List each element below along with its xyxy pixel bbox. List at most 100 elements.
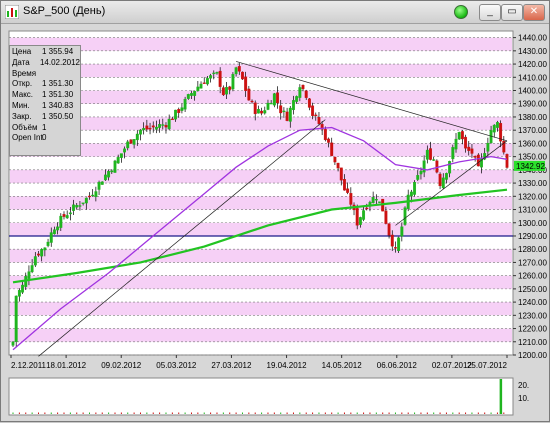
y-tick-label: 1260.00 [518, 272, 547, 281]
info-label: Дата [12, 57, 30, 67]
candle-body [371, 197, 375, 204]
candle-body [432, 159, 436, 161]
x-tick-label: 25.07.2012 [467, 361, 508, 370]
candle-body [72, 204, 76, 211]
info-row: Откр. 1 351.30 [12, 79, 80, 90]
y-tick-label: 1210.00 [518, 338, 547, 347]
candle-body [33, 256, 37, 266]
candle-body [202, 82, 206, 84]
candle-body [158, 124, 162, 128]
candle-body [260, 110, 264, 114]
candle-body [14, 295, 18, 342]
price-chart[interactable]: 1200.00 1210.00 1220.00 1230.00 1240.00 1250.… [5, 25, 547, 418]
candle-body [387, 223, 391, 236]
candle-body [59, 215, 63, 228]
candle-body [190, 93, 193, 96]
volume-axis-label: 10. [518, 394, 529, 403]
info-label: Закр. [12, 111, 32, 121]
candle-body [266, 102, 270, 110]
y-tick-label: 1420.00 [518, 60, 547, 69]
candle-body [75, 204, 79, 208]
x-tick-label: 2.12.2011 [11, 361, 47, 370]
grid-band [10, 64, 512, 78]
candle-body [460, 131, 464, 140]
candle-body [288, 107, 292, 122]
candle-body [78, 205, 82, 207]
candle-body [256, 109, 260, 114]
candle-body [17, 290, 21, 297]
x-tick-label: 06.06.2012 [377, 361, 418, 370]
candle-body [234, 67, 238, 75]
grid-band [10, 302, 512, 316]
candle-body [403, 207, 407, 225]
grid-band [10, 275, 512, 289]
candle-body [390, 234, 394, 247]
x-tick-label: 27.03.2012 [211, 361, 252, 370]
volume-bar [499, 379, 503, 414]
candle-body [435, 160, 439, 173]
candle-body [282, 110, 286, 113]
candle-body [505, 154, 509, 168]
candle-body [231, 74, 235, 90]
candle-body [343, 179, 346, 191]
candle-body [183, 98, 187, 110]
info-label: Макс. [12, 90, 34, 100]
y-tick-label: 1330.00 [518, 179, 547, 188]
candle-body [346, 188, 350, 193]
candle-body [225, 87, 228, 95]
x-tick-label: 19.04.2012 [267, 361, 308, 370]
candle-body [301, 84, 305, 90]
candle-body [327, 138, 330, 143]
info-label: Откр. [12, 79, 33, 89]
candle-body [444, 173, 448, 180]
info-value: 1 351.30 [42, 79, 74, 89]
candle-body [486, 142, 490, 152]
candle-body [269, 102, 273, 105]
grid-band [10, 328, 512, 342]
candle-body [451, 147, 455, 160]
candle-body [221, 87, 225, 96]
candle-body [304, 90, 308, 98]
candle-body [228, 86, 232, 90]
candle-body [454, 138, 458, 150]
candle-body [132, 139, 136, 145]
candle-body [285, 111, 289, 121]
connection-status-icon[interactable] [454, 5, 468, 19]
candle-body [199, 83, 203, 89]
grid-band [10, 222, 512, 236]
candle-body [167, 118, 171, 130]
candle-body [129, 139, 133, 144]
y-tick-label: 1360.00 [518, 139, 547, 148]
candle-body [422, 160, 426, 173]
candle-body [205, 78, 209, 85]
candle-body [495, 122, 499, 128]
candle-body [292, 100, 295, 111]
y-tick-label: 1400.00 [518, 87, 547, 96]
info-row: Мин. 1 340.83 [12, 101, 80, 112]
candle-body [349, 193, 353, 205]
price-chart-canvas[interactable]: 1200.00 1210.00 1220.00 1230.00 1240.00 1250.… [5, 25, 547, 418]
title-bar[interactable]: S&P_500 (День) _ ▭ ✕ [1, 1, 549, 24]
candle-body [384, 210, 388, 224]
volume-axis-label: 20. [518, 381, 529, 390]
candle-body [11, 341, 15, 346]
candle-body [307, 98, 311, 108]
minimize-button[interactable]: _ [479, 4, 501, 21]
candle-body [103, 174, 107, 181]
candle-body [177, 109, 181, 114]
candle-body [276, 92, 279, 104]
candle-body [241, 71, 244, 80]
close-button[interactable]: ✕ [523, 4, 545, 21]
info-label: Объём [12, 122, 38, 132]
candle-body [441, 177, 445, 189]
candle-body [126, 141, 130, 149]
candle-body [170, 118, 174, 121]
info-row: Дата 14.02.2012 [12, 58, 80, 69]
info-value: 14.02.2012 [39, 57, 80, 67]
grid-band [10, 116, 512, 131]
restore-button[interactable]: ▭ [501, 4, 523, 21]
candle-body [123, 148, 126, 153]
y-tick-label: 1250.00 [518, 285, 547, 294]
candle-body [400, 226, 404, 237]
info-label: Цена [12, 47, 32, 56]
